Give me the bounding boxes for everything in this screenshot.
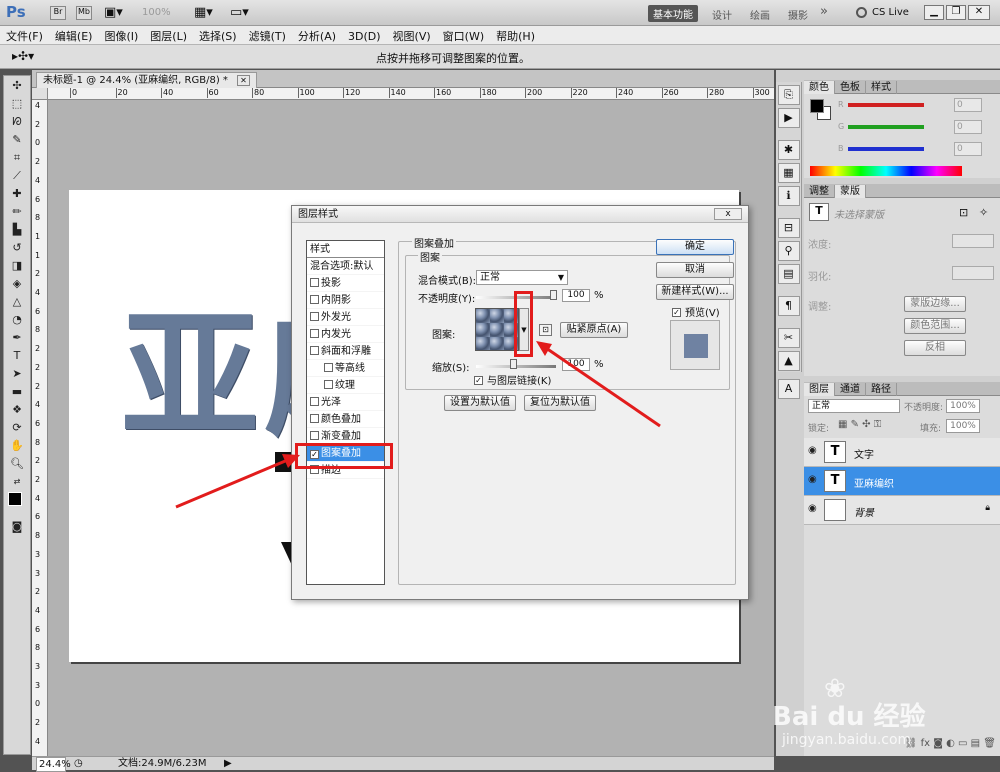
fill-label: 填充: (920, 424, 942, 434)
tab-channels[interactable]: 通道 (835, 383, 866, 396)
layer-visibility-icon[interactable]: ◉ (808, 503, 817, 514)
layer-row[interactable]: ◉ T 文字 (804, 438, 1000, 467)
color-panel-tabs: 颜色 色板 样式 (804, 80, 1000, 94)
feather-input[interactable] (952, 266, 994, 280)
refine-label: 调整: (808, 302, 832, 313)
3d-panel-icon[interactable]: ⊟ (777, 218, 800, 238)
mask-type-icon: T (809, 203, 829, 221)
layer-visibility-icon[interactable]: ◉ (808, 474, 817, 485)
tab-layers[interactable]: 图层 (804, 383, 835, 396)
color-channel-input[interactable]: 0 (954, 120, 982, 134)
text-panel-icon[interactable]: A (777, 379, 800, 399)
invert-button[interactable]: 反相 (904, 340, 966, 356)
masks-panel: T 未选择蒙版 ⊡ ✧ 浓度: 羽化: 调整: 蒙版边缘... 颜色范围... … (804, 198, 1000, 376)
layer-lock-icon: 🔒︎ (985, 503, 990, 513)
layer-text-thumb-icon: T (824, 470, 846, 492)
baidu-watermark: ❀ Bai du 经验 jingyan.baidu.com (768, 674, 998, 768)
vector-mask-icon[interactable]: ✧ (979, 206, 988, 219)
tab-paths[interactable]: 路径 (866, 383, 897, 396)
color-channel-input[interactable]: 0 (954, 98, 982, 112)
color-channel-slider[interactable] (848, 103, 924, 107)
right-panels: ⎘ ▶ ✱ ▦ ℹ ⊟ ⚲ ▤ ¶ ✂ ▲ A 颜色 色板 样式 R 0 G 0 B 0 调整… (776, 70, 1000, 756)
mask-title: 未选择蒙版 (834, 210, 884, 221)
layer-name: 文字 (854, 450, 874, 461)
layer-visibility-icon[interactable]: ◉ (808, 445, 817, 456)
layer-blend-value: 正常 (812, 401, 831, 411)
foreground-color-chip[interactable] (810, 99, 824, 113)
history-panel-icon[interactable]: ⎘ (777, 85, 800, 105)
layer-row[interactable]: ◉ 背景 🔒︎ (804, 496, 1000, 525)
navigator-panel-icon[interactable]: ⚲ (777, 241, 800, 261)
color-channel-slider[interactable] (848, 125, 924, 129)
watermark-url: jingyan.baidu.com (782, 732, 912, 748)
color-channel-label: R (838, 100, 844, 109)
watermark-brand: Bai du 经验 (772, 702, 926, 732)
layer-blend-select[interactable]: 正常 (808, 399, 900, 413)
paragraph-panel-icon[interactable]: ▤ (777, 264, 800, 284)
tab-adjustments[interactable]: 调整 (804, 185, 835, 198)
notes-panel-icon[interactable]: ▲ (777, 351, 800, 371)
tab-masks[interactable]: 蒙版 (835, 185, 866, 198)
pixel-mask-icon[interactable]: ⊡ (959, 206, 968, 219)
color-channel-slider[interactable] (848, 147, 924, 151)
brushes-panel-icon[interactable]: ✱ (777, 140, 800, 160)
tab-styles[interactable]: 样式 (866, 81, 897, 94)
layer-opacity-input[interactable]: 100% (946, 399, 980, 413)
annotation-arrow-left (175, 457, 291, 509)
color-channel-label: B (838, 144, 844, 153)
layer-name: 亚麻编织 (854, 479, 894, 490)
tools-preset-icon[interactable]: ✂ (777, 328, 800, 348)
character-panel-icon[interactable]: ¶ (777, 296, 800, 316)
mask-edge-button[interactable]: 蒙版边缘... (904, 296, 966, 312)
annotation-arrow-right (545, 346, 661, 428)
clone-source-panel-icon[interactable]: ▦ (777, 163, 800, 183)
color-spectrum-bar[interactable] (810, 166, 962, 176)
layer-name: 背景 (854, 508, 874, 519)
tab-swatches[interactable]: 色板 (835, 81, 866, 94)
color-channel-label: G (838, 122, 845, 131)
color-range-button[interactable]: 颜色范围... (904, 318, 966, 334)
annotation-arrowhead-right (536, 341, 552, 356)
layers-panel-tabs: 图层 通道 路径 (804, 382, 1000, 396)
color-channel-input[interactable]: 0 (954, 142, 982, 156)
panel-icon-strip-1: ⎘ ▶ ✱ ▦ ℹ ⊟ ⚲ ▤ ¶ ✂ ▲ A (776, 82, 802, 399)
density-input[interactable] (952, 234, 994, 248)
lock-label: 锁定: (808, 424, 830, 434)
actions-panel-icon[interactable]: ▶ (777, 108, 800, 128)
layer-text-thumb-icon: T (824, 441, 846, 463)
density-label: 浓度: (808, 240, 832, 251)
feather-label: 羽化: (808, 272, 832, 283)
adjustments-panel-tabs: 调整 蒙版 (804, 184, 1000, 198)
fill-input[interactable]: 100% (946, 419, 980, 433)
color-panel: R 0 G 0 B 0 (804, 94, 1000, 178)
layer-row[interactable]: ◉ T 亚麻编织 (804, 467, 1000, 496)
layer-thumbnail (824, 499, 846, 521)
layer-opacity-label: 不透明度: (904, 403, 944, 413)
lock-icons[interactable]: ▦ ✎ ✣ ⚿ (838, 419, 881, 430)
tab-color[interactable]: 颜色 (804, 81, 835, 94)
info-panel-icon[interactable]: ℹ (777, 186, 800, 206)
